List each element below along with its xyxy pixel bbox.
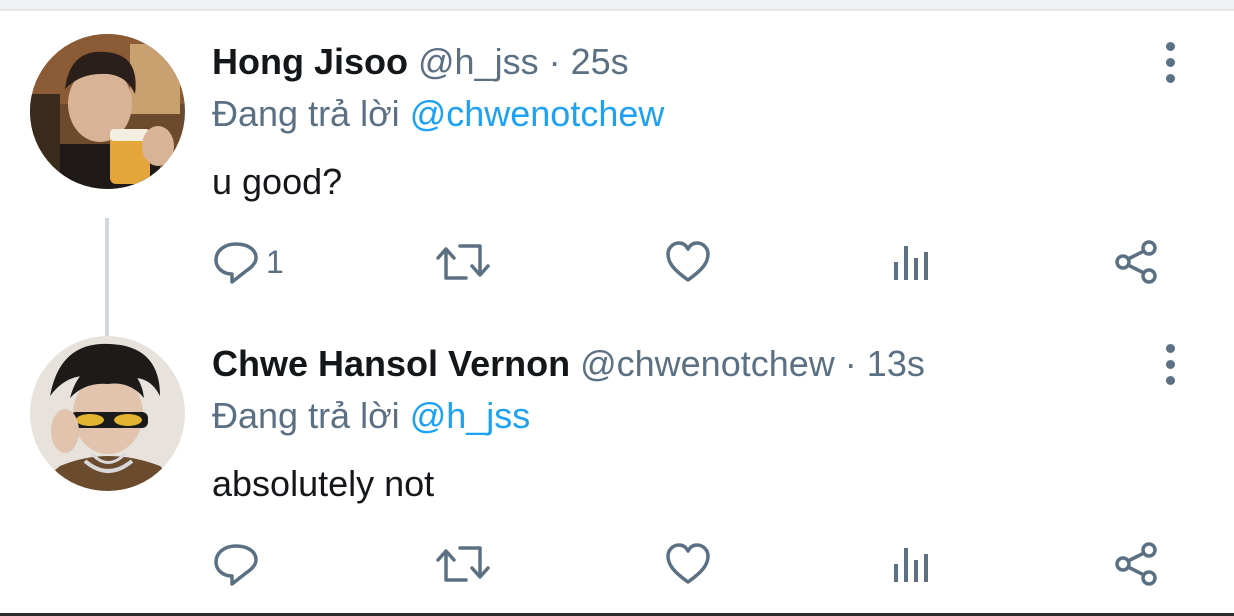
timestamp[interactable]: 25s [571, 41, 629, 82]
mention-link[interactable]: @chwenotchew [410, 93, 665, 134]
user-handle[interactable]: @h_jss [418, 41, 539, 82]
share-icon [1115, 542, 1157, 586]
replying-to-label: Đang trả lời [212, 395, 400, 436]
retweet-icon [436, 244, 490, 280]
tweet[interactable]: Hong Jisoo @h_jss · 25s Đang trả lời @ch… [0, 28, 1234, 360]
avatar[interactable] [30, 34, 185, 189]
analytics-button[interactable] [890, 236, 934, 288]
display-name[interactable]: Chwe Hansol Vernon [212, 343, 570, 384]
share-button[interactable] [1114, 538, 1160, 590]
retweet-button[interactable] [436, 538, 490, 590]
like-icon [666, 543, 710, 584]
top-divider [0, 0, 1234, 11]
like-button[interactable] [664, 538, 712, 590]
analytics-button[interactable] [890, 538, 934, 590]
tweet-actions: 1 [212, 236, 1172, 288]
timestamp[interactable]: 13s [867, 343, 925, 384]
display-name[interactable]: Hong Jisoo [212, 41, 408, 82]
analytics-icon [894, 548, 928, 582]
replying-to: Đang trả lời @chwenotchew [212, 92, 664, 136]
tweet-header: Chwe Hansol Vernon @chwenotchew · 13s [212, 342, 925, 386]
analytics-icon [894, 246, 928, 280]
tweet[interactable]: Chwe Hansol Vernon @chwenotchew · 13s Đa… [0, 330, 1234, 612]
tweet-text: u good? [212, 161, 343, 202]
reply-icon [214, 242, 258, 284]
avatar-photo [30, 336, 185, 491]
like-icon [666, 241, 710, 282]
reply-button[interactable] [212, 538, 266, 590]
retweet-icon [436, 546, 490, 582]
replying-to-label: Đang trả lời [212, 93, 400, 134]
more-icon[interactable] [1152, 42, 1188, 86]
like-button[interactable] [664, 236, 712, 288]
replying-to: Đang trả lời @h_jss [212, 394, 530, 438]
tweet-text: absolutely not [212, 463, 435, 504]
separator-dot: · [548, 41, 561, 82]
avatar[interactable] [30, 336, 185, 491]
share-button[interactable] [1114, 236, 1160, 288]
retweet-button[interactable] [436, 236, 490, 288]
more-icon[interactable] [1152, 344, 1188, 388]
reply-count: 1 [266, 243, 284, 280]
share-icon [1115, 240, 1157, 284]
reply-button[interactable]: 1 [212, 236, 284, 288]
user-handle[interactable]: @chwenotchew [580, 343, 835, 384]
tweet-header: Hong Jisoo @h_jss · 25s [212, 40, 629, 84]
tweet-actions [212, 538, 1172, 590]
reply-icon [214, 544, 258, 586]
avatar-photo [30, 34, 185, 189]
separator-dot: · [844, 343, 857, 384]
mention-link[interactable]: @h_jss [410, 395, 531, 436]
